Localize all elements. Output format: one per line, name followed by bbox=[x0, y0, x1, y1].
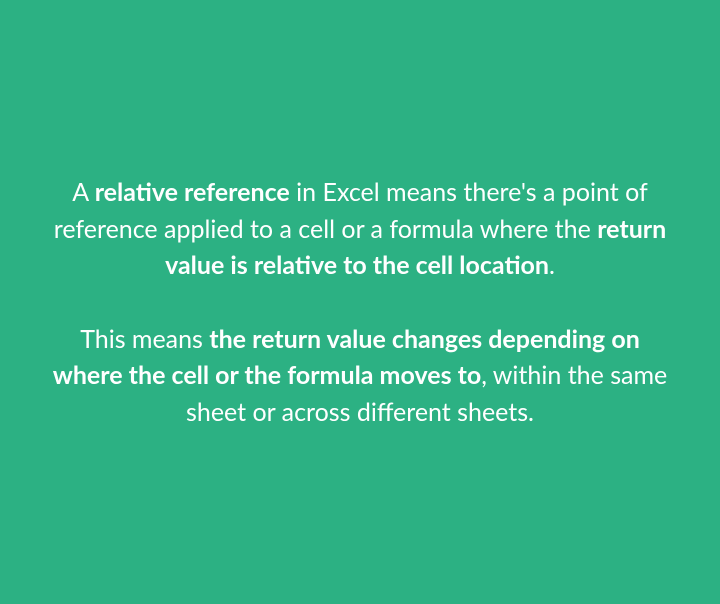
text-segment: This means bbox=[80, 324, 209, 354]
bold-text: relative reference bbox=[95, 177, 290, 207]
text-segment: A bbox=[72, 177, 95, 207]
paragraph-1: A relative reference in Excel means ther… bbox=[50, 174, 670, 283]
paragraph-2: This means the return value changes depe… bbox=[50, 321, 670, 430]
content-block: A relative reference in Excel means ther… bbox=[50, 174, 670, 430]
text-segment: . bbox=[549, 250, 555, 280]
